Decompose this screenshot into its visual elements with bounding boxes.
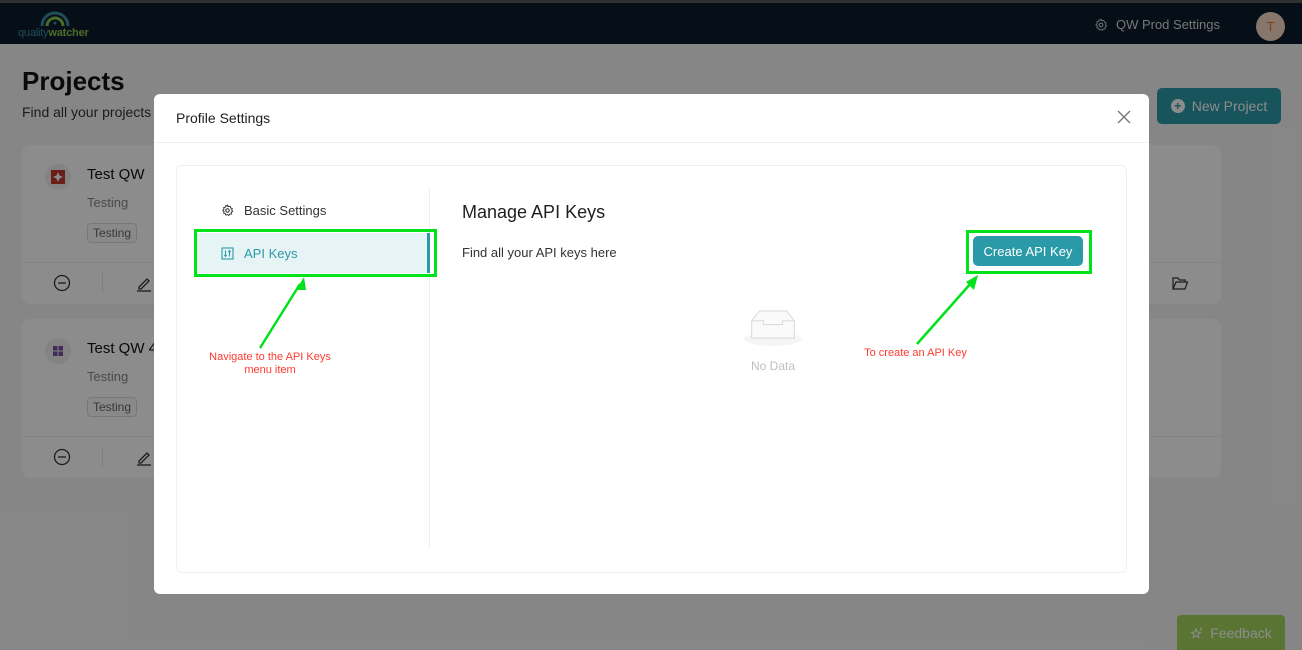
menu-item-basic-settings[interactable]: Basic Settings xyxy=(196,190,430,230)
content-title: Manage API Keys xyxy=(462,202,606,222)
empty-inbox-icon xyxy=(743,310,803,346)
modal-title: Profile Settings xyxy=(176,110,271,126)
empty-state: No Data xyxy=(742,306,804,373)
annotation-note-create: To create an API Key xyxy=(864,347,967,359)
menu-item-label: Basic Settings xyxy=(244,202,327,218)
gear-icon xyxy=(221,203,234,216)
close-icon[interactable] xyxy=(1117,110,1131,124)
content-subtitle: Find all your API keys here xyxy=(462,245,617,260)
profile-settings-modal: Profile Settings Basic Settings API Keys… xyxy=(154,94,1149,594)
annotation-note-menu: Navigate to the API Keys menu item xyxy=(209,351,331,376)
highlight-create-button xyxy=(966,230,1092,274)
modal-header: Profile Settings xyxy=(154,94,1149,143)
highlight-api-keys xyxy=(194,229,437,277)
empty-text: No Data xyxy=(750,359,796,373)
